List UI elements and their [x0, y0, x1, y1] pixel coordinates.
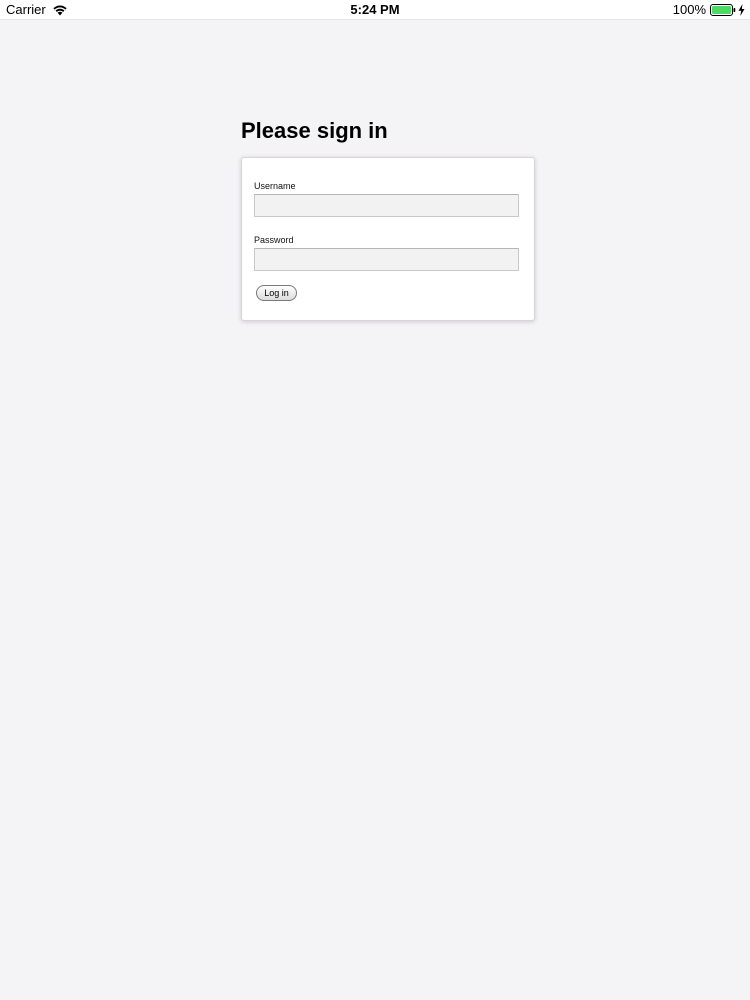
password-input[interactable] [254, 248, 519, 271]
status-time: 5:24 PM [350, 2, 400, 17]
battery-percent: 100% [672, 2, 706, 17]
login-button[interactable]: Log in [256, 285, 297, 301]
password-label: Password [254, 235, 294, 245]
charging-icon [738, 4, 745, 16]
page-title: Please sign in [241, 118, 388, 143]
status-bar: Carrier 5:24 PM 100% [0, 0, 750, 20]
username-label: Username [254, 181, 296, 191]
battery-icon [710, 4, 736, 16]
username-input[interactable] [254, 194, 519, 217]
login-form-card: Username Password Log in [241, 157, 535, 321]
battery-group: 100% [673, 3, 745, 17]
